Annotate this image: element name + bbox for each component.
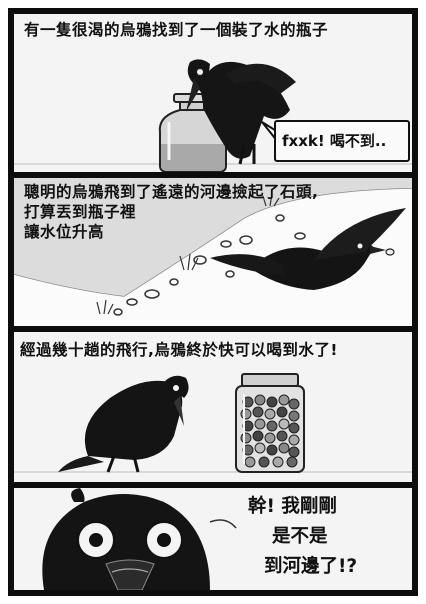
speech-line-1: 幹! 我剛剛 <box>248 496 337 517</box>
crow-shocked-face <box>42 488 210 590</box>
panel-2-caption-line-2: 打算丟到瓶子裡 <box>24 203 137 221</box>
speech-bubble-4: 幹! 我剛剛 是不是 到河邊了!? <box>242 492 408 584</box>
speech-bubble-1: fxxk! 喝不到.. <box>274 120 410 162</box>
panel-1: 有一隻很渴的烏鴉找到了一個裝了水的瓶子 fxxk! 喝不到.. <box>14 14 412 172</box>
panel-2: 聰明的烏鴉飛到了遙遠的河邊撿起了石頭, 打算丟到瓶子裡 讓水位升高 <box>14 178 412 326</box>
comic-page: 有一隻很渴的烏鴉找到了一個裝了水的瓶子 fxxk! 喝不到.. 聰明的烏鴉飛到了… <box>0 0 426 604</box>
panel-1-caption: 有一隻很渴的烏鴉找到了一個裝了水的瓶子 <box>24 21 329 39</box>
panel-2-caption-line-1: 聰明的烏鴉飛到了遙遠的河邊撿起了石頭, <box>24 183 319 201</box>
crow-tired <box>58 375 189 473</box>
panel-4: 幹! 我剛剛 是不是 到河邊了!? <box>14 488 412 590</box>
speech-line-3: 到河邊了!? <box>264 556 358 577</box>
panel-2-caption-line-3: 讓水位升高 <box>24 223 105 241</box>
panel-3: 經過幾十趟的飛行,烏鴉終於快可以喝到水了! <box>14 332 412 482</box>
comic-frame: 有一隻很渴的烏鴉找到了一個裝了水的瓶子 fxxk! 喝不到.. 聰明的烏鴉飛到了… <box>8 8 418 596</box>
jar-with-pebbles <box>235 373 305 473</box>
speech-line-2: 是不是 <box>272 526 328 547</box>
panel-3-caption: 經過幾十趟的飛行,烏鴉終於快可以喝到水了! <box>20 341 338 359</box>
